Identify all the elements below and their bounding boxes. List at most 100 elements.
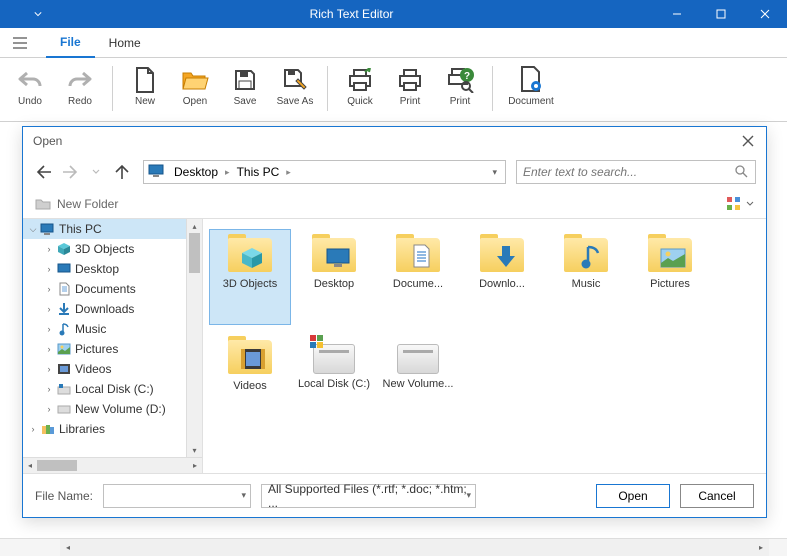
tree-item-localdisk[interactable]: ›Local Disk (C:) bbox=[23, 379, 202, 399]
tree-item-music[interactable]: ›Music bbox=[23, 319, 202, 339]
filetype-filter-combo[interactable]: All Supported Files (*.rtf; *.doc; *.htm… bbox=[261, 484, 476, 508]
expand-icon[interactable]: › bbox=[43, 384, 55, 394]
folder-music-icon bbox=[562, 234, 610, 274]
expand-icon[interactable]: › bbox=[43, 344, 55, 354]
quick-access-toolbar[interactable] bbox=[0, 10, 48, 18]
monitor-icon bbox=[148, 164, 166, 180]
filename-combo[interactable]: ▾ bbox=[103, 484, 251, 508]
folder-tree[interactable]: ⌵ This PC ›3D Objects ›Desktop ›Document… bbox=[23, 219, 203, 473]
main-horizontal-scrollbar[interactable]: ◂▸ bbox=[60, 539, 769, 556]
file-item-desktop[interactable]: Desktop bbox=[293, 229, 375, 325]
save-icon bbox=[233, 64, 257, 96]
tree-item-pictures[interactable]: ›Pictures bbox=[23, 339, 202, 359]
expand-icon[interactable]: › bbox=[43, 284, 55, 294]
maximize-button[interactable] bbox=[699, 0, 743, 28]
chevron-right-icon[interactable]: ▸ bbox=[283, 167, 294, 178]
folder-3d-icon bbox=[226, 234, 274, 274]
tree-horizontal-scrollbar[interactable]: ◂▸ bbox=[23, 457, 202, 473]
folder-documents-icon bbox=[394, 234, 442, 274]
drive-icon bbox=[55, 401, 73, 417]
cancel-button[interactable]: Cancel bbox=[680, 484, 754, 508]
redo-icon bbox=[67, 64, 93, 96]
chevron-down-icon[interactable]: ▾ bbox=[466, 490, 471, 501]
redo-button[interactable]: Redo bbox=[58, 62, 102, 121]
close-button[interactable] bbox=[743, 0, 787, 28]
filename-label: File Name: bbox=[35, 489, 93, 503]
nav-back-button[interactable] bbox=[33, 161, 55, 183]
tree-item-3dobjects[interactable]: ›3D Objects bbox=[23, 239, 202, 259]
tree-item-thispc[interactable]: ⌵ This PC bbox=[23, 219, 202, 239]
ribbon-toolbar: Undo Redo New Open Save Save As Quick Pr… bbox=[0, 58, 787, 122]
new-button[interactable]: New bbox=[123, 62, 167, 121]
file-item-3dobjects[interactable]: 3D Objects bbox=[209, 229, 291, 325]
breadcrumb-item-desktop[interactable]: Desktop bbox=[170, 165, 222, 179]
minimize-button[interactable] bbox=[655, 0, 699, 28]
folder-icon bbox=[35, 197, 51, 211]
breadcrumb-dropdown[interactable]: ▾ bbox=[488, 167, 501, 178]
music-icon bbox=[55, 321, 73, 337]
expand-icon[interactable]: › bbox=[27, 424, 39, 434]
breadcrumb-item-thispc[interactable]: This PC bbox=[233, 165, 284, 179]
chevron-right-icon[interactable]: ▸ bbox=[222, 167, 233, 178]
tree-item-desktop[interactable]: ›Desktop bbox=[23, 259, 202, 279]
chevron-down-icon[interactable]: ▾ bbox=[241, 490, 246, 501]
tree-vertical-scrollbar[interactable]: ▴▾ bbox=[186, 219, 202, 457]
nav-forward-button[interactable] bbox=[59, 161, 81, 183]
file-item-downloads[interactable]: Downlo... bbox=[461, 229, 543, 325]
undo-icon bbox=[17, 64, 43, 96]
view-mode-button[interactable] bbox=[726, 196, 754, 212]
expand-icon[interactable]: › bbox=[43, 304, 55, 314]
nav-history-dropdown[interactable] bbox=[85, 161, 107, 183]
ribbon-options-button[interactable] bbox=[8, 31, 32, 55]
file-item-newvolume[interactable]: New Volume... bbox=[377, 331, 459, 427]
tree-item-newvolume[interactable]: ›New Volume (D:) bbox=[23, 399, 202, 419]
dialog-title: Open bbox=[33, 134, 62, 148]
tree-item-downloads[interactable]: ›Downloads bbox=[23, 299, 202, 319]
file-item-music[interactable]: Music bbox=[545, 229, 627, 325]
save-button[interactable]: Save bbox=[223, 62, 267, 121]
svg-text:?: ? bbox=[464, 71, 470, 82]
search-input[interactable] bbox=[523, 165, 735, 179]
search-box[interactable] bbox=[516, 160, 756, 184]
save-as-button[interactable]: Save As bbox=[273, 62, 317, 121]
status-bar: ◂▸ bbox=[0, 538, 787, 556]
drive-d-icon bbox=[397, 344, 439, 374]
ribbon-tab-strip: File Home bbox=[0, 28, 787, 58]
file-item-videos[interactable]: Videos bbox=[209, 331, 291, 427]
tab-file[interactable]: File bbox=[46, 28, 95, 58]
expand-icon[interactable]: › bbox=[43, 324, 55, 334]
dialog-footer: File Name: ▾ All Supported Files (*.rtf;… bbox=[23, 473, 766, 517]
tree-item-videos[interactable]: ›Videos bbox=[23, 359, 202, 379]
file-item-documents[interactable]: Docume... bbox=[377, 229, 459, 325]
dialog-toolbar: New Folder bbox=[23, 189, 766, 219]
nav-up-button[interactable] bbox=[111, 161, 133, 183]
tab-home[interactable]: Home bbox=[95, 28, 155, 58]
print-button[interactable]: Print bbox=[388, 62, 432, 121]
save-as-icon bbox=[282, 64, 308, 96]
monitor-icon bbox=[39, 221, 57, 237]
expand-icon[interactable]: › bbox=[43, 404, 55, 414]
expand-icon[interactable]: › bbox=[43, 244, 55, 254]
undo-button[interactable]: Undo bbox=[8, 62, 52, 121]
document-button[interactable]: Document bbox=[503, 62, 559, 121]
expand-icon[interactable]: › bbox=[43, 264, 55, 274]
file-list[interactable]: 3D Objects Desktop Docume... Downlo... M… bbox=[203, 219, 766, 473]
quick-print-icon bbox=[347, 64, 373, 96]
folder-videos-icon bbox=[226, 336, 274, 376]
download-icon bbox=[55, 301, 73, 317]
tree-item-documents[interactable]: ›Documents bbox=[23, 279, 202, 299]
dialog-close-button[interactable] bbox=[740, 133, 756, 149]
open-confirm-button[interactable]: Open bbox=[596, 484, 670, 508]
print-preview-button[interactable]: ? Print bbox=[438, 62, 482, 121]
tree-item-libraries[interactable]: ›Libraries bbox=[23, 419, 202, 439]
new-folder-button[interactable]: New Folder bbox=[35, 197, 118, 211]
file-item-localdisk[interactable]: Local Disk (C:) bbox=[293, 331, 375, 427]
open-button[interactable]: Open bbox=[173, 62, 217, 121]
quick-print-button[interactable]: Quick bbox=[338, 62, 382, 121]
expand-icon[interactable]: › bbox=[43, 364, 55, 374]
open-folder-icon bbox=[181, 64, 209, 96]
breadcrumb[interactable]: Desktop ▸ This PC ▸ ▾ bbox=[143, 160, 506, 184]
search-icon[interactable] bbox=[735, 165, 749, 179]
collapse-icon[interactable]: ⌵ bbox=[27, 224, 39, 235]
file-item-pictures[interactable]: Pictures bbox=[629, 229, 711, 325]
